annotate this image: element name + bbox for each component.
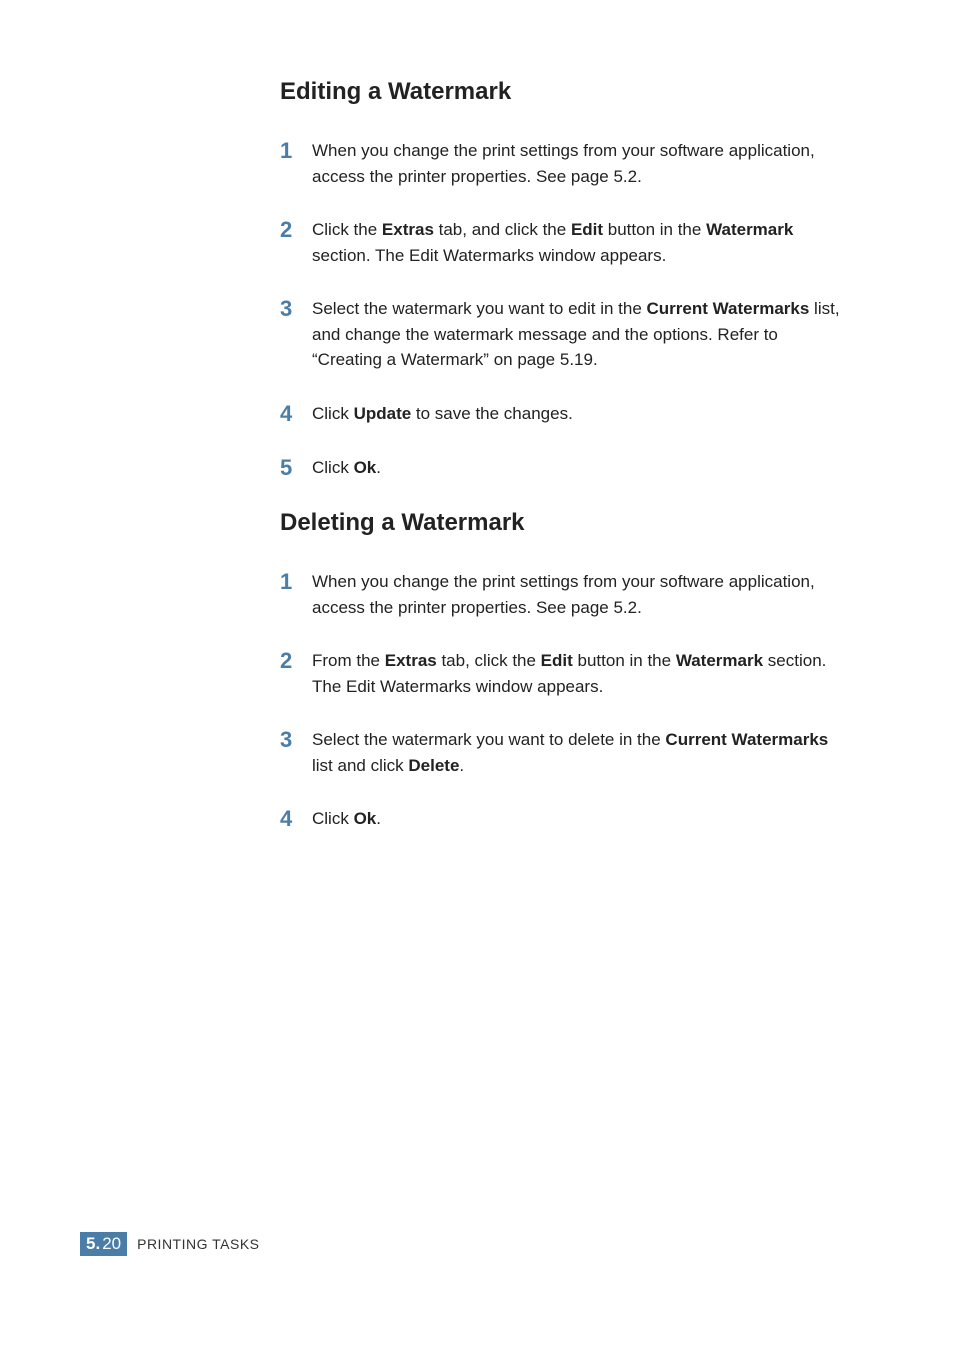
step-text: Click the Extras tab, and click the Edit… <box>312 217 844 268</box>
step-item: 2 From the Extras tab, click the Edit bu… <box>280 648 844 699</box>
step-item: 1 When you change the print settings fro… <box>280 569 844 620</box>
step-text: When you change the print settings from … <box>312 138 844 189</box>
page-number-badge: 5.20 <box>80 1232 127 1256</box>
section-heading-deleting: Deleting a Watermark <box>280 509 844 537</box>
chapter-number: 5. <box>86 1234 100 1254</box>
step-number: 1 <box>280 138 312 164</box>
step-item: 4 Click Update to save the changes. <box>280 401 844 427</box>
step-item: 5 Click Ok. <box>280 455 844 481</box>
section-heading-editing: Editing a Watermark <box>280 78 844 106</box>
step-item: 4 Click Ok. <box>280 806 844 832</box>
step-number: 2 <box>280 648 312 674</box>
step-number: 2 <box>280 217 312 243</box>
step-item: 2 Click the Extras tab, and click the Ed… <box>280 217 844 268</box>
step-text: Click Ok. <box>312 455 844 481</box>
step-item: 3 Select the watermark you want to edit … <box>280 296 844 373</box>
step-number: 3 <box>280 727 312 753</box>
step-text: When you change the print settings from … <box>312 569 844 620</box>
step-text: Click Update to save the changes. <box>312 401 844 427</box>
footer-section-label: PRINTING TASKS <box>137 1236 259 1252</box>
step-number: 4 <box>280 401 312 427</box>
step-text: Select the watermark you want to edit in… <box>312 296 844 373</box>
page-content: Editing a Watermark 1 When you change th… <box>0 0 954 833</box>
step-number: 3 <box>280 296 312 322</box>
page-footer: 5.20 PRINTING TASKS <box>80 1232 260 1256</box>
step-number: 4 <box>280 806 312 832</box>
step-number: 1 <box>280 569 312 595</box>
step-item: 3 Select the watermark you want to delet… <box>280 727 844 778</box>
step-text: Click Ok. <box>312 806 844 832</box>
step-text: From the Extras tab, click the Edit butt… <box>312 648 844 699</box>
page-number: 20 <box>102 1234 121 1254</box>
step-text: Select the watermark you want to delete … <box>312 727 844 778</box>
step-number: 5 <box>280 455 312 481</box>
step-item: 1 When you change the print settings fro… <box>280 138 844 189</box>
